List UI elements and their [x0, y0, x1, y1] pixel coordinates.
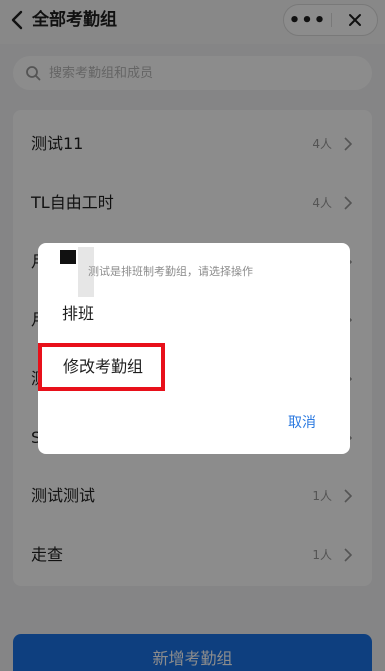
- schedule-option[interactable]: 排班: [62, 303, 94, 325]
- cancel-button[interactable]: 取消: [288, 413, 316, 433]
- dialog-message: 测试是排班制考勤组，请选择操作: [88, 265, 253, 278]
- action-dialog: 测试是排班制考勤组，请选择操作 排班 修改考勤组 取消: [38, 243, 350, 454]
- edit-group-option[interactable]: 修改考勤组: [63, 356, 143, 378]
- group-avatar-icon: [60, 250, 76, 264]
